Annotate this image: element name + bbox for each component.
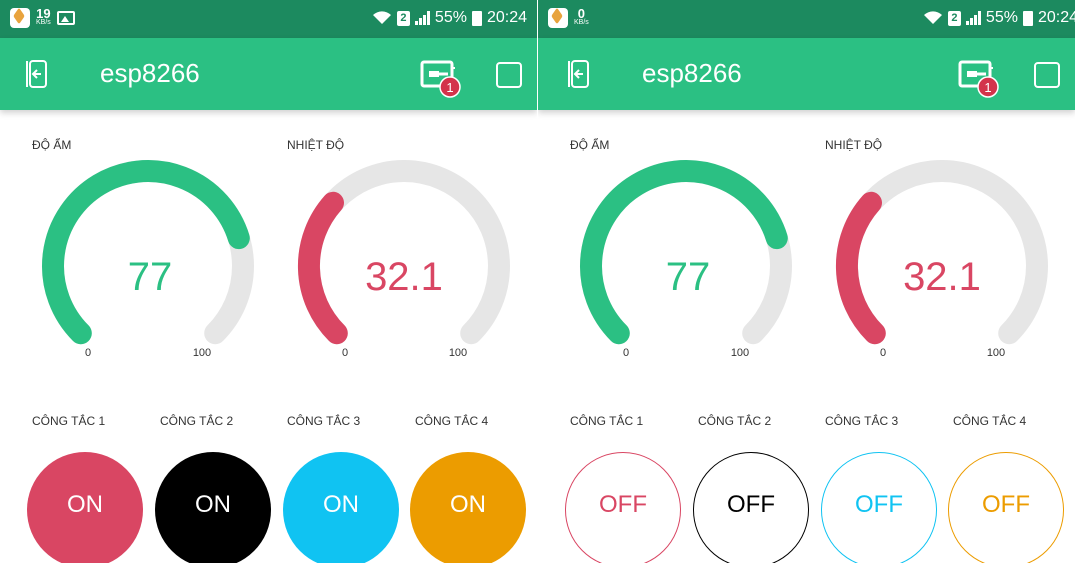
switch-label-2: CÔNG TẮC 2 xyxy=(698,414,772,428)
phone-screen-left: 19 KB/s 2 55% 20:24 esp8266 1 ĐỘ ẨM NHIỆ… xyxy=(0,0,537,563)
switch-button-3[interactable]: OFF xyxy=(821,452,937,563)
gauge-min: 0 xyxy=(342,347,348,359)
gauge-humidity: 77 0 100 xyxy=(42,160,254,359)
switch-label-4: CÔNG TẮC 4 xyxy=(953,414,1027,428)
switch-state: ON xyxy=(67,491,103,518)
switch-label-1: CÔNG TẮC 1 xyxy=(570,414,644,428)
vpn-icon xyxy=(10,8,30,28)
app-title: esp8266 xyxy=(642,58,742,88)
gauge-max: 100 xyxy=(731,347,749,359)
switch-button-2[interactable]: ON xyxy=(155,452,271,563)
device-badge: 1 xyxy=(984,80,991,95)
battery-percent: 55% xyxy=(985,9,1018,26)
network-speed-value: 0 xyxy=(577,6,586,21)
gauge-fill xyxy=(297,191,348,345)
network-speed: 0 KB/s xyxy=(574,6,589,27)
switch-label-2: CÔNG TẮC 2 xyxy=(160,414,234,428)
phone-screen-right: 0 KB/s 2 55% 20:24 esp8266 1 ĐỘ ẨM NHIỆT… xyxy=(538,0,1075,563)
back-icon[interactable] xyxy=(568,60,590,88)
square-icon[interactable] xyxy=(496,62,522,88)
network-speed-unit: KB/s xyxy=(36,19,51,26)
app-bar: esp8266 1 xyxy=(538,38,1075,110)
switch-button-4[interactable]: OFF xyxy=(948,452,1064,563)
gauge-value: 32.1 xyxy=(365,255,443,299)
gauge-fill xyxy=(835,191,886,345)
switch-label-3: CÔNG TẮC 3 xyxy=(287,414,361,428)
gauge-max: 100 xyxy=(449,347,467,359)
gauge-value: 77 xyxy=(666,255,711,299)
image-icon xyxy=(56,11,75,25)
square-icon[interactable] xyxy=(1034,62,1060,88)
clock: 20:24 xyxy=(1037,9,1075,26)
gauge-min: 0 xyxy=(623,347,629,359)
status-bar: 19 KB/s 2 55% 20:24 xyxy=(0,0,537,38)
device-icon[interactable]: 1 xyxy=(958,58,1000,98)
gauge-fill xyxy=(42,160,250,345)
clock: 20:24 xyxy=(486,9,527,26)
switch-state: OFF xyxy=(727,491,775,518)
switch-state: OFF xyxy=(855,491,903,518)
gauge-min: 0 xyxy=(85,347,91,359)
app-title: esp8266 xyxy=(100,58,200,88)
gauge-label-humidity: ĐỘ ẨM xyxy=(32,138,72,152)
device-badge: 1 xyxy=(446,80,453,95)
gauge-label-temperature: NHIỆT ĐỘ xyxy=(287,138,345,152)
wifi-icon xyxy=(923,11,942,24)
gauge-temperature: 32.1 0 100 xyxy=(297,160,510,359)
switch-button-1[interactable]: OFF xyxy=(565,452,681,563)
signal-icon xyxy=(965,11,981,25)
gauge-fill xyxy=(580,160,788,345)
signal-icon xyxy=(414,11,430,25)
gauge-min: 0 xyxy=(880,347,886,359)
gauge-label-temperature: NHIỆT ĐỘ xyxy=(825,138,883,152)
vpn-icon xyxy=(548,8,568,28)
switch-button-1[interactable]: ON xyxy=(27,452,143,563)
sim-indicator: 2 xyxy=(396,10,410,26)
app-bar: esp8266 1 xyxy=(0,38,537,110)
battery-icon xyxy=(1022,10,1033,26)
switch-label-1: CÔNG TẮC 1 xyxy=(32,414,106,428)
wifi-icon xyxy=(372,11,391,24)
gauge-value: 77 xyxy=(128,255,173,299)
switch-button-2[interactable]: OFF xyxy=(693,452,809,563)
battery-icon xyxy=(471,10,482,26)
switch-button-3[interactable]: ON xyxy=(283,452,399,563)
back-icon[interactable] xyxy=(26,60,48,88)
switch-label-4: CÔNG TẮC 4 xyxy=(415,414,489,428)
gauge-max: 100 xyxy=(987,347,1005,359)
gauge-max: 100 xyxy=(193,347,211,359)
gauge-value: 32.1 xyxy=(903,255,981,299)
switch-label-3: CÔNG TẮC 3 xyxy=(825,414,899,428)
switch-state: OFF xyxy=(599,491,647,518)
device-icon[interactable]: 1 xyxy=(420,58,462,98)
switch-button-4[interactable]: ON xyxy=(410,452,526,563)
status-bar: 0 KB/s 2 55% 20:24 xyxy=(538,0,1075,38)
gauge-humidity: 77 0 100 xyxy=(580,160,792,359)
network-speed-unit: KB/s xyxy=(574,19,589,26)
network-speed-value: 19 xyxy=(36,6,51,21)
switch-state: ON xyxy=(195,491,231,518)
gauge-temperature: 32.1 0 100 xyxy=(835,160,1048,359)
switch-state: ON xyxy=(323,491,359,518)
switch-state: OFF xyxy=(982,491,1030,518)
network-speed: 19 KB/s xyxy=(36,6,51,27)
battery-percent: 55% xyxy=(434,9,467,26)
gauge-label-humidity: ĐỘ ẨM xyxy=(570,138,610,152)
sim-indicator: 2 xyxy=(947,10,961,26)
switch-state: ON xyxy=(450,491,486,518)
